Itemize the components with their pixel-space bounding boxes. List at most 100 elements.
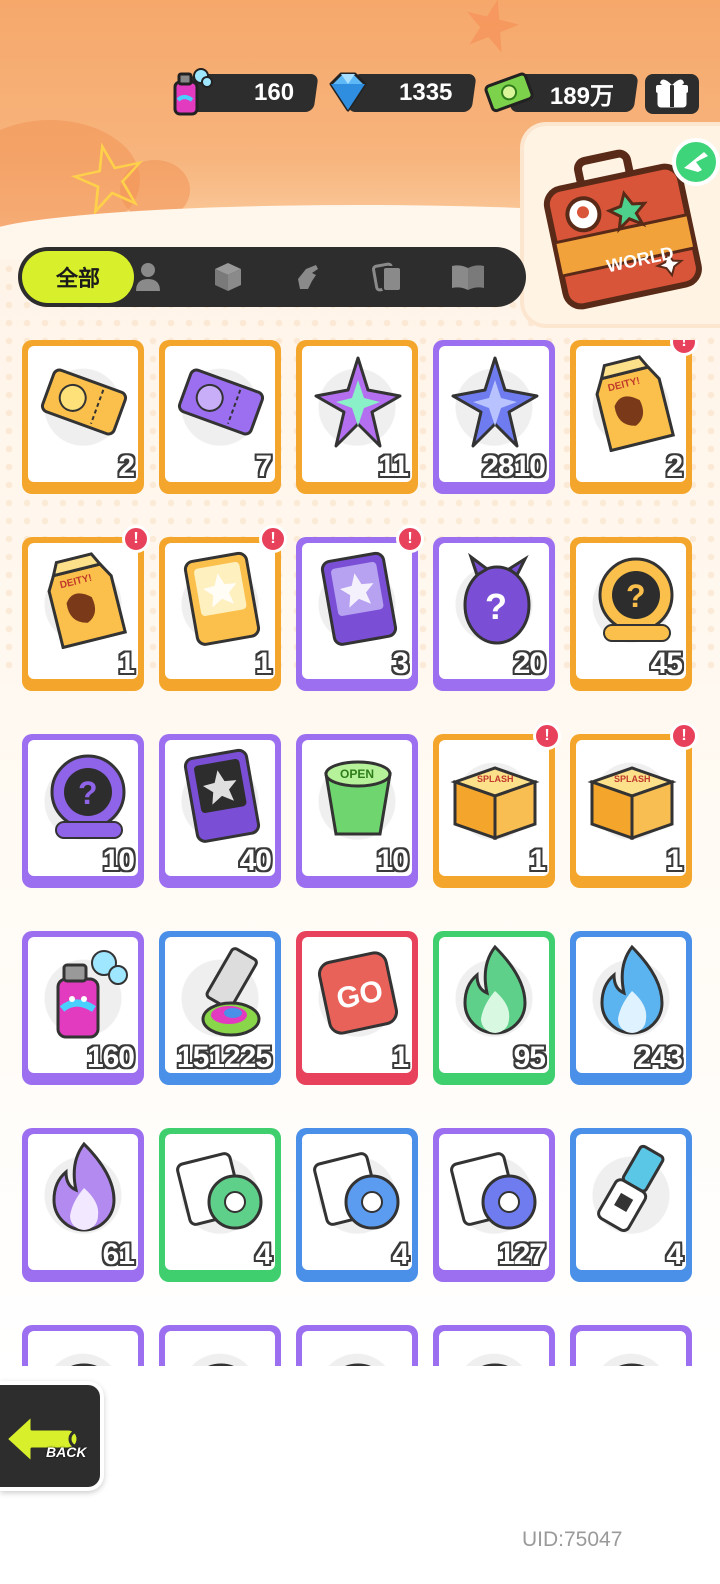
purple-travel-card-icon [320,551,398,646]
item-card-inner [302,1331,412,1366]
book-icon [452,265,484,290]
purple-ticket-icon [177,368,265,436]
item-quantity: 2 [118,450,135,482]
item-card-purple-tape-roll[interactable]: 127 [433,1128,555,1282]
item-card-inner [28,1331,138,1366]
go-dice-icon: GO [317,951,399,1035]
item-quantity: 3 [392,647,409,679]
item-quantity: 95 [513,1041,546,1073]
item-card-inner [439,1331,549,1366]
item-card-paint-tube[interactable]: 151225 [159,931,281,1085]
item-card-inner: ? 10 [28,740,138,876]
item-card-deity-milk-carton[interactable]: DEITY! 1! [22,525,150,691]
item-card-gold-deity-coin[interactable]: ? 45 [570,537,692,691]
person-icon [136,263,160,291]
item-card-green-tape-roll[interactable]: 4 [159,1128,281,1282]
item-quantity: 4 [666,1238,683,1270]
partial-item-1-icon [71,1363,97,1366]
item-quantity: 1 [529,844,546,876]
cash-icon [484,66,536,118]
item-quantity: 127 [497,1238,546,1270]
item-card-inner: 151225 [165,937,275,1073]
item-card-spray-can[interactable]: 160 [22,931,144,1085]
gold-ticket-icon [40,368,128,436]
item-quantity: 40 [239,844,272,876]
tab-box[interactable] [210,259,246,295]
purple-deity-coin-icon: ? [50,754,126,839]
item-card-purple-travel-card[interactable]: 3! [296,525,424,691]
gift-button[interactable] [645,74,699,114]
item-card-inner: OPEN 10 [302,740,412,876]
item-quantity: 7 [255,450,272,482]
blue-tape-roll-icon [313,1152,400,1230]
item-card-purple-deity-coin[interactable]: ? 10 [22,734,144,888]
item-card-gold-ticket[interactable]: 2 [22,340,144,494]
item-card-green-open-cup[interactable]: OPEN 10 [296,734,418,888]
partial-item-5-icon [619,1363,645,1366]
item-card-go-dice[interactable]: GO 1 [296,931,418,1085]
item-card-inner: SPLASH 1 [439,740,549,876]
item-quantity: 4 [255,1238,272,1270]
item-card-inner [165,1331,275,1366]
item-card-inner: ? 45 [576,543,686,679]
item-quantity: 160 [86,1041,135,1073]
item-card-usb-stick[interactable]: 4 [570,1128,692,1282]
item-card-partial-item-1[interactable] [22,1325,144,1366]
item-card-deity-milk-carton[interactable]: DEITY! 2! [570,340,698,494]
item-card-splash-box[interactable]: SPLASH 1! [433,722,561,888]
item-card-partial-item-3[interactable] [296,1325,418,1366]
new-alert-badge-icon: ! [533,722,561,750]
diamond-icon [322,66,374,118]
item-card-inner: 95 [439,937,549,1073]
hand-icon [298,265,318,289]
new-alert-badge-icon: ! [396,525,424,553]
svg-text:SPLASH: SPLASH [477,774,514,784]
tab-hand[interactable] [290,259,326,295]
item-quantity: 2810 [482,450,546,482]
partial-item-2-icon [208,1363,234,1366]
item-card-partial-item-2[interactable] [159,1325,281,1366]
item-card-purple-flame[interactable]: 61 [22,1128,144,1282]
item-card-purple-ticket[interactable]: 7 [159,340,281,494]
svg-text:?: ? [626,578,646,614]
item-quantity: 151225 [176,1041,272,1073]
item-quantity: 1 [255,647,272,679]
purple-mystery-card-icon [183,748,261,843]
item-card-purple-mystery-egg[interactable]: ? 20 [433,537,555,691]
tab-book[interactable] [450,259,486,295]
item-card-blue-flame[interactable]: 243 [570,931,692,1085]
item-card-inner: ? 20 [439,543,549,679]
item-card-partial-item-4[interactable] [433,1325,555,1366]
item-card-rainbow-star-shard[interactable]: 11 [296,340,418,494]
item-card-blue-star-shard[interactable]: 2810 [433,340,555,494]
inventory-grid: 2 7 11 2810 DEITY! 2! DEITY! 1! 1! 3!? 20? 45? 10 40 O… [22,340,698,1366]
tab-all-label: 全部 [55,267,100,292]
tab-cards[interactable] [370,259,406,295]
item-quantity: 1 [666,844,683,876]
item-card-green-flame[interactable]: 95 [433,931,555,1085]
tab-all[interactable]: 全部 [22,251,134,303]
tab-character[interactable] [130,259,166,295]
spray-can-icon [56,950,128,1039]
item-card-inner: 7 [165,346,275,482]
category-tab-bar: 全部 [18,247,526,307]
item-card-blue-tape-roll[interactable]: 4 [296,1128,418,1282]
back-arrow-icon [4,1413,88,1465]
item-card-inner: 1 [165,543,275,679]
item-quantity: 11 [378,450,409,482]
new-alert-badge-icon: ! [259,525,287,553]
currency-spray-value: 160 [253,79,294,106]
item-card-purple-mystery-card[interactable]: 40 [159,734,281,888]
back-button[interactable] [0,1381,104,1491]
item-quantity: 20 [513,647,546,679]
item-card-inner: 3 [302,543,412,679]
splash-box-icon: SPLASH [587,766,677,841]
rainbow-star-shard-icon [314,356,402,448]
item-card-partial-item-5[interactable] [570,1325,692,1366]
item-card-splash-box[interactable]: SPLASH 1! [570,722,698,888]
item-card-gold-travel-card[interactable]: 1! [159,525,287,691]
user-id: UID:75047 [522,1528,623,1551]
travel-world-button[interactable]: WORLD [520,122,720,328]
item-quantity: 4 [392,1238,409,1270]
back-label: BACK [46,1444,87,1460]
